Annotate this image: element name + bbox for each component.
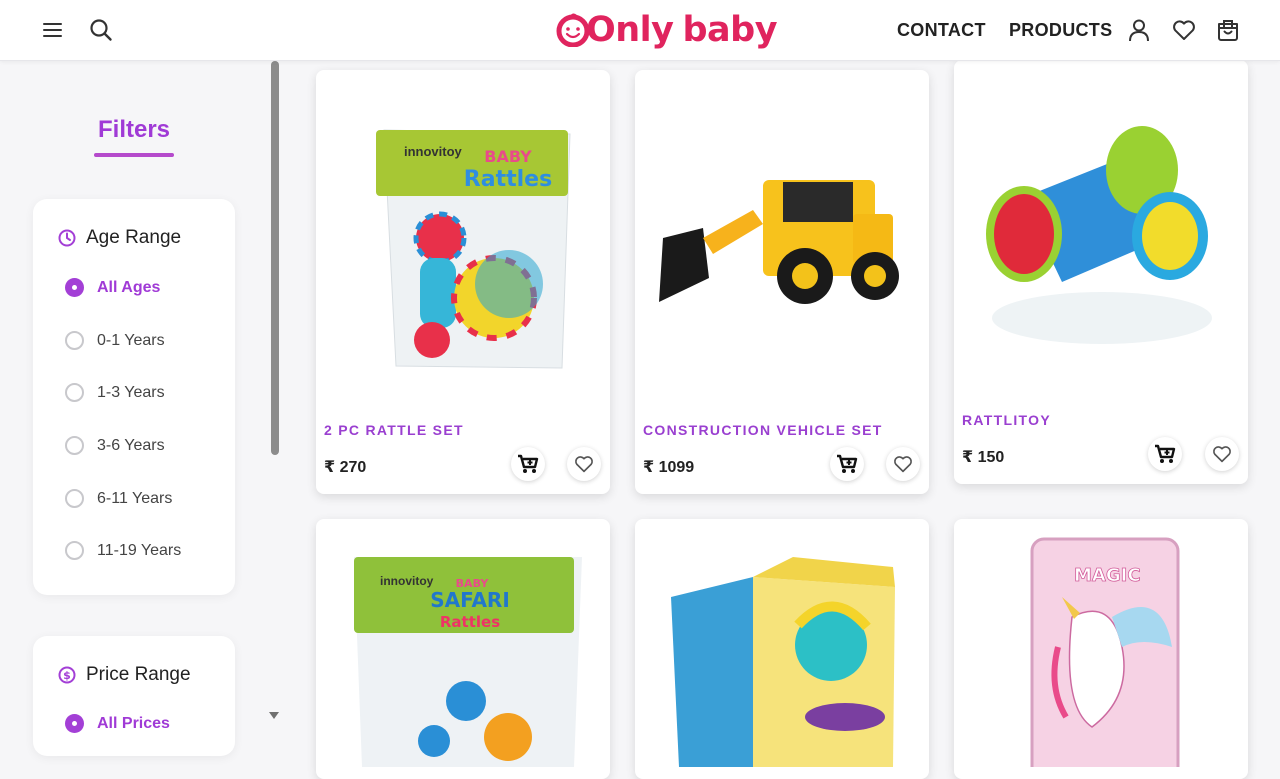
product-card[interactable]: innovitoy BABY SAFARI Rattles xyxy=(316,519,610,779)
logo-face-icon xyxy=(556,13,590,47)
age-option-1-3[interactable]: 1-3 Years xyxy=(65,383,165,402)
heart-icon xyxy=(575,456,593,473)
pack-brand: innovitoy xyxy=(380,574,434,588)
heart-icon[interactable] xyxy=(1171,17,1197,43)
sidebar-scroll-thumb[interactable] xyxy=(271,61,279,455)
pack-label: MAGIC xyxy=(1074,565,1141,586)
radio-selected[interactable] xyxy=(65,714,84,733)
cart-plus-icon xyxy=(518,454,539,473)
product-price: ₹ 150 xyxy=(962,449,1005,466)
age-option-label: 3-6 Years xyxy=(97,436,165,454)
brand-logo[interactable]: Only baby xyxy=(556,8,778,52)
pack-brand: innovitoy xyxy=(404,144,463,159)
cart-plus-icon xyxy=(1155,444,1176,463)
price-range-label: Price Range xyxy=(86,664,191,685)
svg-text:$: $ xyxy=(63,669,71,682)
dollar-icon: $ xyxy=(58,666,76,684)
wishlist-button[interactable] xyxy=(1205,437,1239,471)
clock-icon xyxy=(58,229,76,247)
product-card[interactable]: MAGIC xyxy=(954,519,1248,779)
product-price: ₹ 1099 xyxy=(643,459,695,476)
product-image-biggie-ball[interactable] xyxy=(643,527,922,767)
age-range-label: Age Range xyxy=(86,227,182,248)
filters-title: Filters xyxy=(97,116,171,143)
add-to-cart-button[interactable] xyxy=(830,447,864,481)
age-option-label: 6-11 Years xyxy=(97,489,173,507)
menu-icon[interactable] xyxy=(40,17,66,43)
product-name[interactable]: RATTLITOY xyxy=(962,412,1051,428)
product-name[interactable]: CONSTRUCTION VEHICLE SET xyxy=(643,422,883,438)
radio-selected[interactable] xyxy=(65,278,84,297)
price-option-all[interactable]: All Prices xyxy=(65,714,170,733)
product-card[interactable]: innovitoy BABY Rattles 2 PC RATTLE SET ₹… xyxy=(316,70,610,494)
age-option-all[interactable]: All Ages xyxy=(65,278,160,297)
product-image-rattle-set[interactable]: innovitoy BABY Rattles xyxy=(324,78,603,402)
logo-text-a: Only xyxy=(586,10,674,50)
age-option-label: 0-1 Years xyxy=(97,331,165,349)
top-header: Only baby CONTACT PRODUCTS xyxy=(0,0,1280,61)
user-icon[interactable] xyxy=(1126,17,1152,43)
nav-products[interactable]: PRODUCTS xyxy=(1009,20,1112,41)
product-image-magic-unicorn[interactable]: MAGIC xyxy=(962,527,1241,767)
radio[interactable] xyxy=(65,436,84,455)
cart-icon[interactable] xyxy=(1215,17,1241,43)
pack-label-b: Rattles xyxy=(464,167,552,192)
radio[interactable] xyxy=(65,331,84,350)
age-range-card: Age Range All Ages 0-1 Years 1-3 Years 3… xyxy=(33,199,235,595)
logo-text-b: baby xyxy=(682,10,778,50)
product-name[interactable]: 2 PC RATTLE SET xyxy=(324,422,464,438)
age-option-0-1[interactable]: 0-1 Years xyxy=(65,331,165,350)
price-range-heading: $ Price Range xyxy=(58,664,191,686)
search-icon[interactable] xyxy=(88,17,114,43)
price-option-label: All Prices xyxy=(97,714,170,732)
age-option-3-6[interactable]: 3-6 Years xyxy=(65,436,165,455)
product-card[interactable] xyxy=(635,519,929,779)
product-image-construction-vehicle[interactable] xyxy=(643,78,922,402)
product-image-rattlitoy[interactable] xyxy=(962,68,1241,392)
heart-icon xyxy=(1213,446,1231,463)
pack-label-a: BABY xyxy=(484,147,532,166)
age-option-11-19[interactable]: 11-19 Years xyxy=(65,541,181,560)
cart-plus-icon xyxy=(837,454,858,473)
radio[interactable] xyxy=(65,489,84,508)
add-to-cart-button[interactable] xyxy=(511,447,545,481)
age-range-heading: Age Range xyxy=(58,227,181,249)
pack-label-c: Rattles xyxy=(440,613,500,631)
age-option-6-11[interactable]: 6-11 Years xyxy=(65,489,172,508)
wishlist-button[interactable] xyxy=(567,447,601,481)
filters-underline xyxy=(94,153,174,157)
radio[interactable] xyxy=(65,541,84,560)
wishlist-button[interactable] xyxy=(886,447,920,481)
product-card[interactable]: CONSTRUCTION VEHICLE SET ₹ 1099 xyxy=(635,70,929,494)
age-option-label: All Ages xyxy=(97,278,161,296)
heart-icon xyxy=(894,456,912,473)
age-option-label: 11-19 Years xyxy=(97,541,182,559)
age-option-label: 1-3 Years xyxy=(97,383,165,401)
add-to-cart-button[interactable] xyxy=(1148,437,1182,471)
scroll-down-arrow-icon[interactable] xyxy=(269,712,279,719)
pack-label-b: SAFARI xyxy=(430,588,510,612)
product-price: ₹ 270 xyxy=(324,459,367,476)
nav-contact[interactable]: CONTACT xyxy=(897,20,986,41)
product-card[interactable]: RATTLITOY ₹ 150 xyxy=(954,60,1248,484)
product-image-safari-rattles[interactable]: innovitoy BABY SAFARI Rattles xyxy=(324,527,603,767)
radio[interactable] xyxy=(65,383,84,402)
price-range-card: $ Price Range All Prices xyxy=(33,636,235,756)
